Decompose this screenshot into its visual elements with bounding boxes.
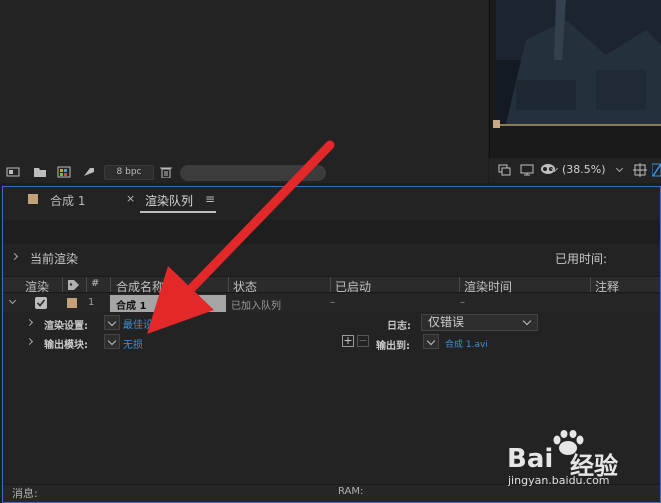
column-comment[interactable]: 注释 [595,278,619,295]
output-file-link[interactable]: 合成 1.avi [445,337,488,350]
row-status: 已加入队列 [231,301,281,312]
active-tab-indicator [140,211,216,213]
row-comp-name: 合成 1 [116,301,147,312]
ram-label: RAM: [338,486,364,497]
checkmark-icon [36,299,46,307]
composition-color-swatch [28,194,38,204]
column-divider [228,277,229,292]
column-status[interactable]: 状态 [233,278,257,295]
render-progress-strip [3,220,660,244]
grid-guides-icon[interactable] [652,162,661,178]
column-divider [110,277,111,292]
interpret-footage-icon[interactable] [6,166,20,178]
column-divider [459,277,460,292]
current-render-label: 当前渲染 [30,252,79,266]
column-number[interactable]: # [91,278,99,289]
new-folder-icon[interactable] [33,166,47,178]
trash-icon[interactable] [159,166,173,178]
render-settings-dropdown[interactable] [104,315,120,330]
render-settings-link[interactable]: 最佳设置 [123,316,163,331]
current-time-indicator[interactable] [493,120,500,128]
column-divider [330,277,331,292]
panel-menu-icon[interactable]: ≡ [205,192,215,206]
elapsed-time-label: 已用时间: [555,252,608,266]
bit-depth-button[interactable]: 8 bpc [104,165,154,180]
tab-render-queue[interactable]: 渲染队列 [145,192,193,209]
output-to-label: 输出到: [376,341,410,352]
log-select[interactable]: 仅错误 [421,314,538,331]
output-module-label: 输出模块: [44,340,88,351]
messages-label: 消息: [12,487,38,500]
always-preview-icon[interactable] [498,164,512,176]
column-comp-name[interactable]: 合成名称 [116,278,164,295]
output-to-dropdown[interactable] [423,334,439,349]
render-settings-label: 渲染设置: [44,321,88,332]
row-label-swatch[interactable] [67,298,77,308]
display-icon[interactable] [520,164,534,176]
project-panel [0,0,488,183]
panel-tab-bar [3,187,660,213]
remove-output-module-button[interactable]: − [357,335,369,347]
project-scrollbar[interactable] [180,165,326,181]
row-number: 1 [88,297,95,308]
magnification-ratio[interactable]: (38.5%) [562,163,606,176]
baidu-jingyan-watermark: Bai 经验 jingyan.baidu.com [500,430,640,490]
tab-composition[interactable]: 合成 1 [50,192,85,209]
output-module-link[interactable]: 无损 [123,336,143,351]
column-render-time[interactable]: 渲染时间 [464,278,512,295]
column-divider [86,277,87,292]
column-divider [590,277,591,292]
label-tag-icon[interactable] [67,279,80,290]
region-of-interest-icon[interactable] [633,163,647,177]
column-render[interactable]: 渲染 [25,278,49,295]
viewer-time-ruler[interactable] [496,124,661,126]
output-module-dropdown[interactable] [104,334,120,349]
render-checkbox[interactable] [35,297,47,309]
render-icon[interactable] [82,166,96,178]
row-started: – [330,297,335,308]
watermark-brand: Bai [507,444,554,474]
column-divider [62,277,63,292]
log-label: 日志: [387,321,411,332]
viewer-frame-image [496,0,661,124]
tab-close-icon[interactable]: × [126,192,135,205]
add-output-module-button[interactable]: + [342,335,354,347]
column-started[interactable]: 已启动 [335,278,371,295]
watermark-url: jingyan.baidu.com [508,474,610,487]
new-composition-icon[interactable] [57,166,71,178]
render-queue-column-header [3,276,660,293]
row-render-time: – [460,297,465,308]
